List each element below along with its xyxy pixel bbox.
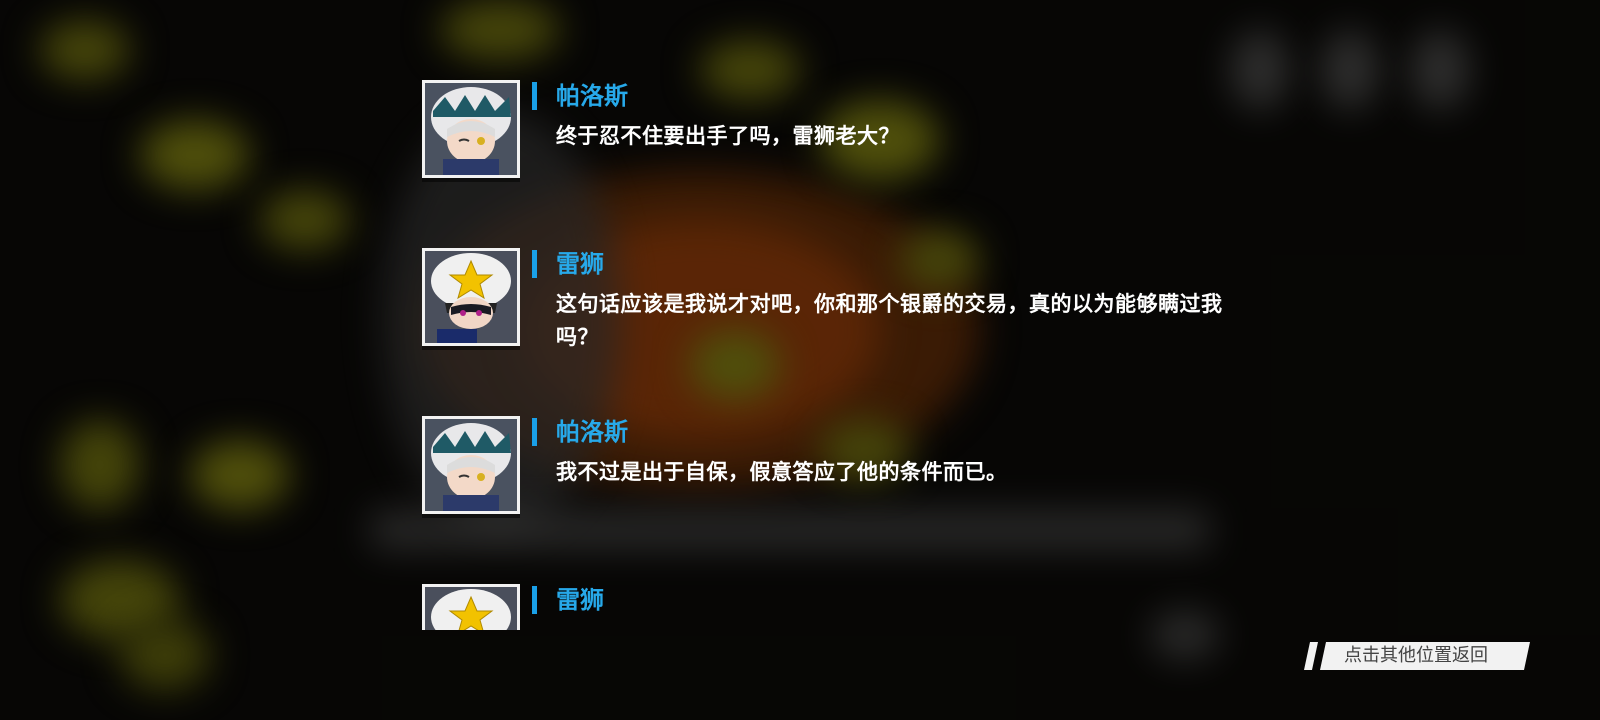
speaker-name: 雷狮 <box>556 250 604 278</box>
dialogue-text: 这句话应该是我说才对吧，你和那个银爵的交易，真的以为能够瞒过我吗？ <box>556 292 1223 349</box>
speaker-accent-bar <box>532 250 537 278</box>
dialogue-log-panel[interactable]: 帕洛斯 终于忍不住要出手了吗，雷狮老大？ 雷狮 这句话应该是我说才对吧，你和那个… <box>420 78 1240 630</box>
leishi-portrait-icon <box>422 248 520 346</box>
speaker-accent-bar <box>532 82 537 110</box>
speaker-name: 帕洛斯 <box>556 82 628 110</box>
dialogue-entry: 帕洛斯 终于忍不住要出手了吗，雷狮老大？ <box>420 78 1240 246</box>
dialogue-text: 终于忍不住要出手了吗，雷狮老大？ <box>556 124 900 148</box>
speaker-accent-bar <box>532 418 537 446</box>
return-hint-label: 点击其他位置返回 <box>1344 645 1488 666</box>
palos-portrait-icon <box>422 80 520 178</box>
speaker-accent-bar <box>532 586 537 614</box>
dialogue-entry: 雷狮 这句话应该是我说才对吧，你和那个银爵的交易，真的以为能够瞒过我吗？ <box>420 246 1240 414</box>
dialogue-entry: 帕洛斯 我不过是出于自保，假意答应了他的条件而已。 <box>420 414 1240 582</box>
dialogue-entry: 雷狮 <box>420 582 1240 630</box>
return-hint-button[interactable]: 点击其他位置返回 <box>1304 642 1530 670</box>
dialogue-text: 我不过是出于自保，假意答应了他的条件而已。 <box>556 460 1008 484</box>
speaker-name: 雷狮 <box>556 586 604 614</box>
leishi-portrait-icon <box>422 584 520 630</box>
speaker-name: 帕洛斯 <box>556 418 628 446</box>
palos-portrait-icon <box>422 416 520 514</box>
